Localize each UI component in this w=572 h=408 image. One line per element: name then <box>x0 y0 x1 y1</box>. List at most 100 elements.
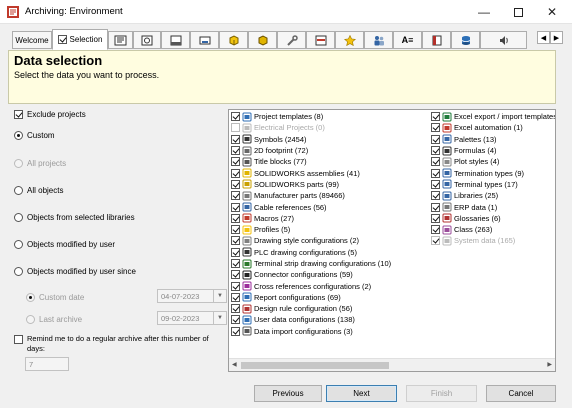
checkbox-icon <box>431 191 440 201</box>
tab-cable-references[interactable] <box>190 31 219 49</box>
data-type-item[interactable]: 2D footprint (72) <box>231 145 429 156</box>
title-blocks-icon <box>242 157 252 167</box>
data-type-item[interactable]: SOLIDWORKS parts (99) <box>231 179 429 190</box>
tab-cylinder[interactable] <box>451 31 480 49</box>
objects-from-libraries-label: Objects from selected libraries <box>27 213 135 222</box>
tab-database[interactable] <box>422 31 451 49</box>
data-type-item[interactable]: Cable references (56) <box>231 201 429 212</box>
macros-icon <box>242 213 252 223</box>
checkbox-icon <box>231 270 240 280</box>
tab-users[interactable] <box>364 31 393 49</box>
user-data-icon <box>242 315 252 325</box>
data-type-label: Terminal types (17) <box>454 179 518 189</box>
tab-welcome[interactable]: Welcome <box>12 31 52 49</box>
data-type-item[interactable]: Palettes (13) <box>431 134 555 145</box>
libraries-icon <box>442 191 452 201</box>
data-type-item[interactable]: Profiles (5) <box>231 224 429 235</box>
objects-modified-since-label: Objects modified by user since <box>27 267 136 276</box>
data-type-item[interactable]: Manufacturer parts (89466) <box>231 190 429 201</box>
radio-icon <box>14 240 23 249</box>
checkbox-icon <box>431 236 440 246</box>
all-objects-radio[interactable]: All objects <box>14 186 63 195</box>
data-type-item[interactable]: Libraries (25) <box>431 190 555 201</box>
objects-modified-since-radio[interactable]: Objects modified by user since <box>14 267 136 276</box>
data-type-item[interactable]: Design rule configuration (56) <box>231 303 429 314</box>
termination-types-icon <box>442 168 452 178</box>
tab-scroll-right-button[interactable]: ▶ <box>550 31 563 44</box>
data-type-item[interactable]: PLC drawing configurations (5) <box>231 247 429 258</box>
scrollbar-thumb[interactable] <box>241 362 389 369</box>
tab-project-templates[interactable] <box>108 31 133 49</box>
data-type-item[interactable]: Glossaries (6) <box>431 213 555 224</box>
data-type-item[interactable]: Drawing style configurations (2) <box>231 235 429 246</box>
data-type-label: Data import configurations (3) <box>254 326 353 336</box>
exclude-projects-checkbox[interactable]: Exclude projects <box>14 110 86 119</box>
previous-button[interactable]: Previous <box>254 385 322 402</box>
next-button[interactable]: Next <box>326 385 397 402</box>
data-type-item[interactable]: Project templates (8) <box>231 111 429 122</box>
horizontal-scrollbar[interactable]: ◀ ▶ <box>229 358 555 371</box>
erp-data-icon <box>442 202 452 212</box>
data-type-item[interactable]: Excel automation (1) <box>431 122 555 133</box>
data-type-item[interactable]: Symbols (2454) <box>231 134 429 145</box>
radio-icon <box>14 159 23 168</box>
data-type-item[interactable]: ERP data (1) <box>431 201 555 212</box>
checkbox-icon <box>231 146 240 156</box>
data-type-label: Manufacturer parts (89466) <box>254 191 345 201</box>
data-type-item[interactable]: Cross references configurations (2) <box>231 280 429 291</box>
data-type-item[interactable]: Electrical Projects (0) <box>231 122 429 133</box>
data-type-item[interactable]: Data import configurations (3) <box>231 326 429 337</box>
data-type-item[interactable]: Terminal types (17) <box>431 179 555 190</box>
custom-date-picker[interactable]: 04-07-2023 ▼ <box>157 289 227 303</box>
data-type-item[interactable]: Connector configurations (59) <box>231 269 429 280</box>
excel-export-icon <box>442 112 452 122</box>
objects-modified-by-user-radio[interactable]: Objects modified by user <box>14 240 115 249</box>
data-type-label: Project templates (8) <box>254 112 324 122</box>
data-type-label: Electrical Projects (0) <box>254 123 325 133</box>
data-type-item[interactable]: System data (165) <box>431 235 555 246</box>
tab-speaker[interactable] <box>480 31 527 49</box>
data-type-item[interactable]: SOLIDWORKS assemblies (41) <box>231 167 429 178</box>
tab-profiles[interactable] <box>335 31 364 49</box>
tab-selection[interactable]: Selection <box>52 29 108 50</box>
database-icon <box>432 35 441 45</box>
data-type-item[interactable]: Terminal strip drawing configurations (1… <box>231 258 429 269</box>
data-type-label: Libraries (25) <box>454 191 499 201</box>
close-button[interactable]: ✕ <box>535 0 569 24</box>
data-type-item[interactable]: Excel export / import templates <box>431 111 555 122</box>
tab-macros[interactable] <box>306 31 335 49</box>
all-projects-radio[interactable]: All projects <box>14 159 66 168</box>
maximize-button[interactable] <box>501 0 535 24</box>
tab-solidworks-assemblies[interactable] <box>219 31 248 49</box>
data-type-label: Class (263) <box>454 225 493 235</box>
data-type-item[interactable]: Report configurations (69) <box>231 292 429 303</box>
tab-fonts[interactable]: A≡ <box>393 31 422 49</box>
tab-solidworks-parts[interactable] <box>248 31 277 49</box>
remind-checkbox[interactable]: Remind me to do a regular archive after … <box>14 334 224 353</box>
fonts-icon: A≡ <box>401 35 414 45</box>
data-type-item[interactable]: User data configurations (138) <box>231 314 429 325</box>
remind-days-input[interactable]: 7 <box>25 357 69 371</box>
data-type-item[interactable]: Macros (27) <box>231 213 429 224</box>
data-type-item[interactable]: Termination types (9) <box>431 167 555 178</box>
minimize-button[interactable]: — <box>467 0 501 24</box>
data-type-item[interactable]: Formulas (4) <box>431 145 555 156</box>
data-type-item[interactable]: Title blocks (77) <box>231 156 429 167</box>
checkbox-icon <box>431 225 440 235</box>
checkbox-icon <box>431 179 440 189</box>
tab-symbols[interactable] <box>133 31 161 49</box>
data-type-item[interactable]: Class (263) <box>431 224 555 235</box>
data-type-item[interactable]: Plot styles (4) <box>431 156 555 167</box>
tab-scroll-left-button[interactable]: ◀ <box>537 31 550 44</box>
custom-date-radio[interactable]: Custom date <box>26 293 84 302</box>
cancel-button[interactable]: Cancel <box>486 385 556 402</box>
tab-title-blocks[interactable] <box>161 31 190 49</box>
last-archive-picker[interactable]: 09-02-2023 ▼ <box>157 311 227 325</box>
finish-button[interactable]: Finish <box>406 385 477 402</box>
tab-manufacturer-parts[interactable] <box>277 31 306 49</box>
custom-radio[interactable]: Custom <box>14 131 55 140</box>
all-objects-label: All objects <box>27 186 64 195</box>
objects-from-libraries-radio[interactable]: Objects from selected libraries <box>14 213 135 222</box>
last-archive-radio[interactable]: Last archive <box>26 315 82 324</box>
terminal-strip-icon <box>242 259 252 269</box>
